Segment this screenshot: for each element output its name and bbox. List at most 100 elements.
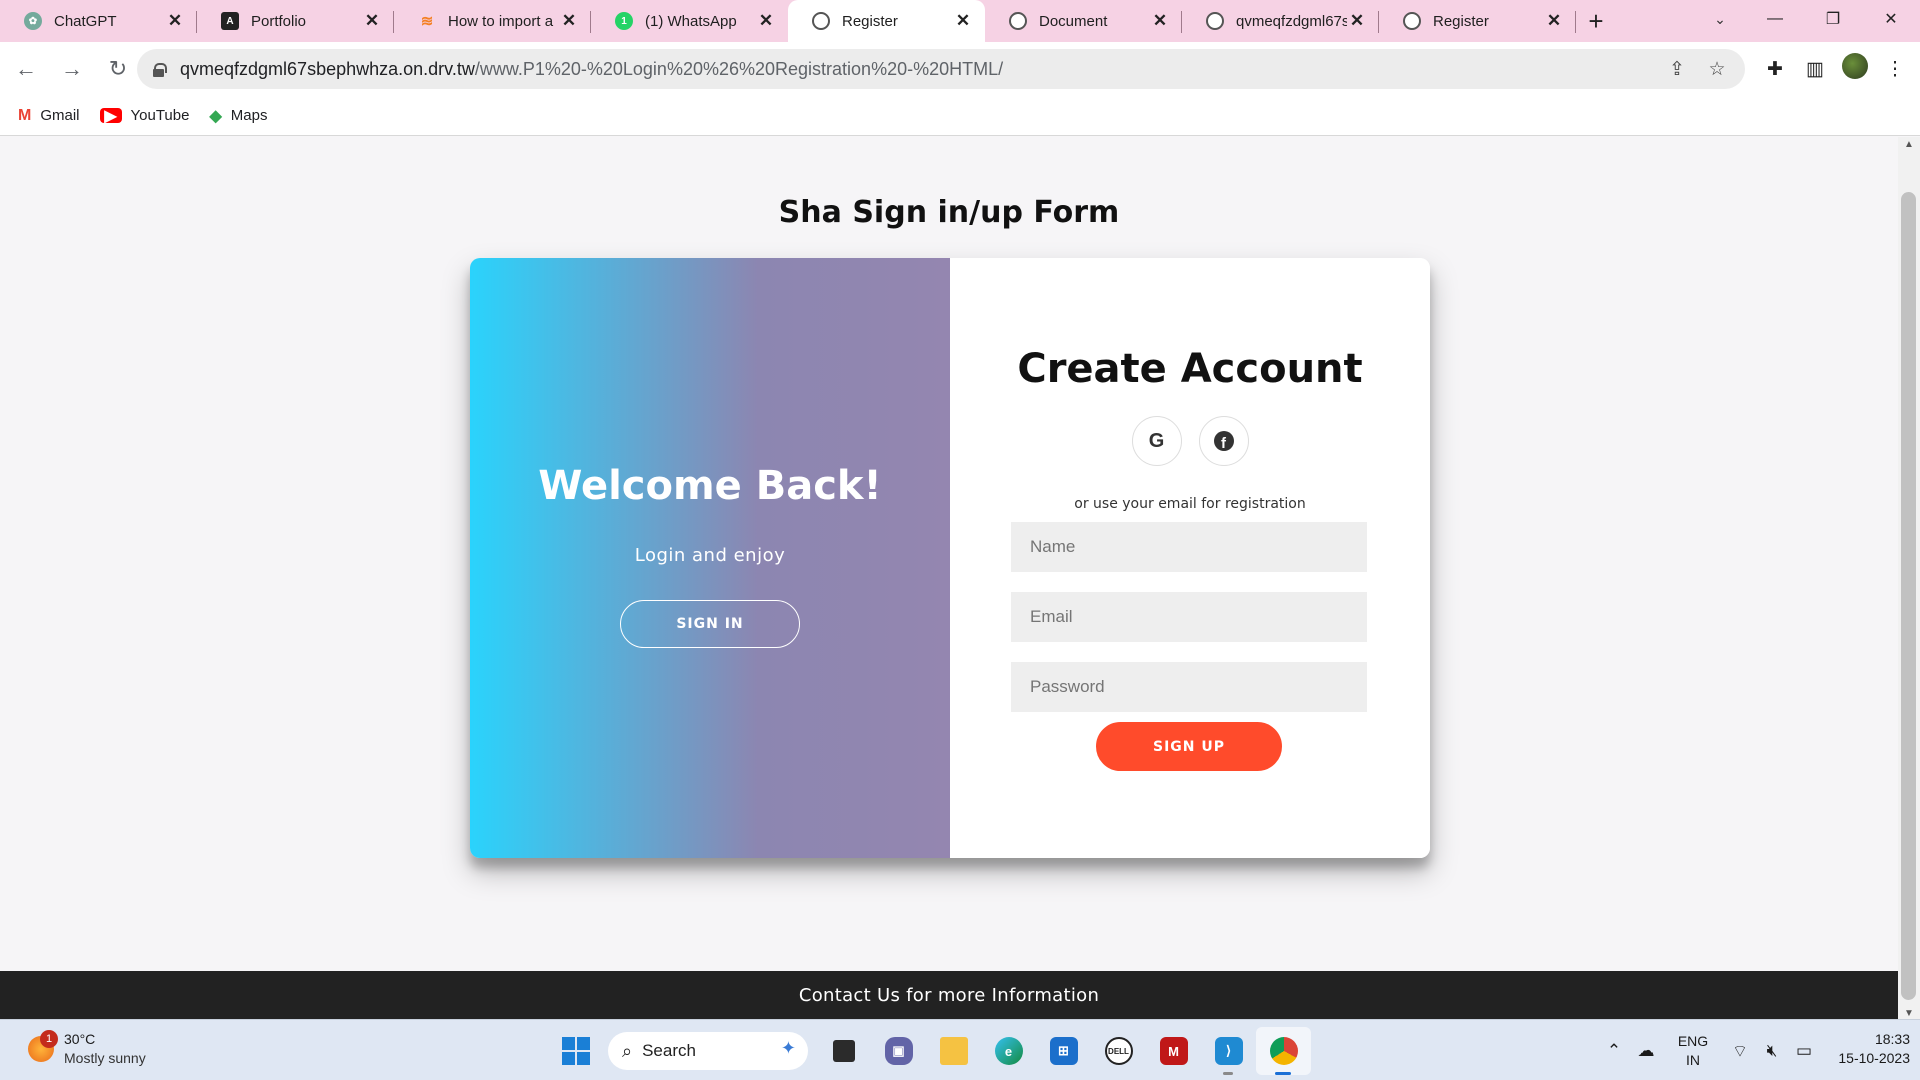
tab-portfolio[interactable]: A Portfolio ✕ [197, 0, 394, 42]
tab-title: ChatGPT [54, 12, 117, 30]
system-clock[interactable]: 18:33 15-10-2023 [1810, 1030, 1910, 1068]
scrollbar-thumb[interactable] [1901, 192, 1916, 1000]
address-bar[interactable]: qvmeqfzdgml67sbephwhza.on.drv.tw/www.P1%… [137, 49, 1745, 89]
close-icon[interactable]: ✕ [1150, 11, 1170, 31]
taskbar-dell[interactable]: DELL [1091, 1027, 1146, 1075]
bookmark-gmail[interactable]: M Gmail [18, 107, 80, 125]
close-icon[interactable]: ✕ [1544, 11, 1564, 31]
close-icon[interactable]: ✕ [165, 11, 185, 31]
google-login-button[interactable]: G [1131, 416, 1182, 466]
clock-date: 15-10-2023 [1838, 1050, 1910, 1066]
bookmark-maps[interactable]: ◆ Maps [209, 106, 267, 126]
password-input[interactable] [1011, 662, 1367, 712]
search-icon: ⌕ [622, 1040, 633, 1061]
wifi-icon[interactable]: ⌔ [1724, 1041, 1756, 1062]
scroll-down-arrow-icon[interactable]: ▼ [1898, 1008, 1920, 1019]
globe-icon [1206, 12, 1224, 30]
system-tray: ⌃ ☁ ENG IN ⌔ 🔇︎ ▭ [1598, 1028, 1820, 1074]
speaker-muted-icon[interactable]: 🔇︎ [1756, 1041, 1788, 1061]
close-window-button[interactable]: ✕ [1862, 0, 1920, 38]
lock-icon[interactable] [153, 62, 167, 77]
whatsapp-icon: 1 [615, 12, 633, 30]
tab-register-active[interactable]: Register ✕ [788, 0, 985, 42]
name-input[interactable] [1011, 522, 1367, 572]
bookmark-youtube[interactable]: ▶ YouTube [99, 107, 189, 125]
chevron-up-icon[interactable]: ⌃ [1598, 1041, 1630, 1061]
minimize-button[interactable]: — [1746, 0, 1804, 38]
taskbar-vscode[interactable]: ⟩ [1201, 1027, 1256, 1075]
restore-button[interactable]: ❐ [1804, 0, 1862, 38]
tab-whatsapp[interactable]: 1 (1) WhatsApp ✕ [591, 0, 788, 42]
mcafee-shield-icon: M [1159, 1037, 1188, 1065]
taskbar-task-view[interactable] [816, 1027, 871, 1075]
tab-drive-site[interactable]: qvmeqfzdgml67s ✕ [1182, 0, 1379, 42]
reload-button[interactable]: ↻ [98, 49, 138, 89]
taskbar-chrome[interactable] [1256, 1027, 1311, 1075]
language-region: IN [1686, 1052, 1700, 1068]
share-icon[interactable]: ⇪ [1657, 58, 1697, 81]
close-icon[interactable]: ✕ [559, 11, 579, 31]
windows-taskbar: 1 30°C Mostly sunny ⌕ Search ✦ ▣ e ⊞ DEL… [0, 1019, 1920, 1080]
side-panel-icon[interactable]: ▥ [1795, 58, 1835, 81]
folder-icon [939, 1037, 968, 1065]
email-input[interactable] [1011, 592, 1367, 642]
bookmark-star-icon[interactable]: ☆ [1697, 58, 1737, 81]
language-indicator[interactable]: ENG IN [1668, 1032, 1718, 1070]
angular-icon: A [221, 12, 239, 30]
scroll-up-arrow-icon[interactable]: ▲ [1898, 139, 1920, 150]
weather-temp: 30°C [64, 1031, 96, 1047]
taskbar-mcafee[interactable]: M [1146, 1027, 1201, 1075]
close-icon[interactable]: ✕ [756, 11, 776, 31]
taskbar-edge[interactable]: e [981, 1027, 1036, 1075]
weather-widget[interactable]: 1 30°C Mostly sunny [28, 1030, 146, 1068]
tab-title: Register [842, 12, 898, 30]
welcome-text: Login and enjoy [634, 545, 786, 566]
toolbar-extensions: ✚ ▥ ⋮ [1755, 42, 1915, 96]
taskbar-file-explorer[interactable] [926, 1027, 981, 1075]
taskbar-search[interactable]: ⌕ Search ✦ [608, 1032, 808, 1070]
tab-search-chevron-icon[interactable]: ⌄ [1700, 0, 1740, 38]
welcome-overlay-panel: Welcome Back! Login and enjoy SIGN IN [470, 258, 950, 858]
close-icon[interactable]: ✕ [362, 11, 382, 31]
stackoverflow-icon: ≋ [420, 13, 434, 30]
facebook-login-button[interactable]: f [1198, 416, 1249, 466]
url-path: /www.P1%20-%20Login%20%26%20Registration… [474, 58, 1004, 79]
url-host: qvmeqfzdgml67sbephwhza.on.drv.tw [180, 58, 475, 79]
tab-title: qvmeqfzdgml67s [1236, 12, 1347, 30]
menu-kebab-icon[interactable]: ⋮ [1875, 58, 1915, 81]
globe-icon [1403, 12, 1421, 30]
start-button[interactable] [552, 1027, 600, 1075]
clock-time: 18:33 [1874, 1031, 1910, 1047]
extensions-puzzle-icon[interactable]: ✚ [1755, 58, 1795, 81]
vscode-icon: ⟩ [1214, 1037, 1243, 1065]
onedrive-cloud-icon[interactable]: ☁ [1630, 1041, 1662, 1061]
sign-up-button[interactable]: SIGN UP [1096, 722, 1282, 771]
profile-avatar[interactable] [1835, 53, 1875, 85]
url-text: qvmeqfzdgml67sbephwhza.on.drv.tw/www.P1%… [180, 59, 1003, 80]
chrome-icon [1269, 1037, 1298, 1065]
weather-text: 30°C Mostly sunny [64, 1030, 146, 1068]
page-title: Sha Sign in/up Form [778, 195, 1120, 230]
google-icon: G [1148, 429, 1165, 452]
new-tab-button[interactable]: + [1576, 0, 1616, 42]
tab-chatgpt[interactable]: ✿ ChatGPT ✕ [0, 0, 197, 42]
store-icon: ⊞ [1049, 1037, 1078, 1065]
close-icon[interactable]: ✕ [953, 11, 973, 31]
tab-how-to-import[interactable]: ≋ How to import a ✕ [394, 0, 591, 42]
close-icon[interactable]: ✕ [1347, 11, 1367, 31]
bookmark-label: Gmail [40, 107, 80, 124]
dell-icon: DELL [1104, 1037, 1133, 1065]
youtube-icon: ▶ [99, 108, 122, 125]
search-highlight-icon: ✦ [780, 1038, 796, 1058]
forward-button[interactable]: → [52, 49, 92, 89]
taskbar-teams-chat[interactable]: ▣ [871, 1027, 926, 1075]
sign-up-form: Create Account G f or use your email for… [950, 258, 1430, 858]
sign-in-button[interactable]: SIGN IN [620, 600, 800, 648]
create-account-heading: Create Account [1017, 346, 1363, 392]
taskbar-store[interactable]: ⊞ [1036, 1027, 1091, 1075]
page-scrollbar[interactable]: ▲ ▼ [1898, 137, 1920, 1019]
page-viewport: Sha Sign in/up Form Welcome Back! Login … [0, 137, 1898, 971]
tab-document[interactable]: Document ✕ [985, 0, 1182, 42]
tab-register[interactable]: Register ✕ [1379, 0, 1576, 42]
back-button[interactable]: ← [6, 49, 46, 89]
